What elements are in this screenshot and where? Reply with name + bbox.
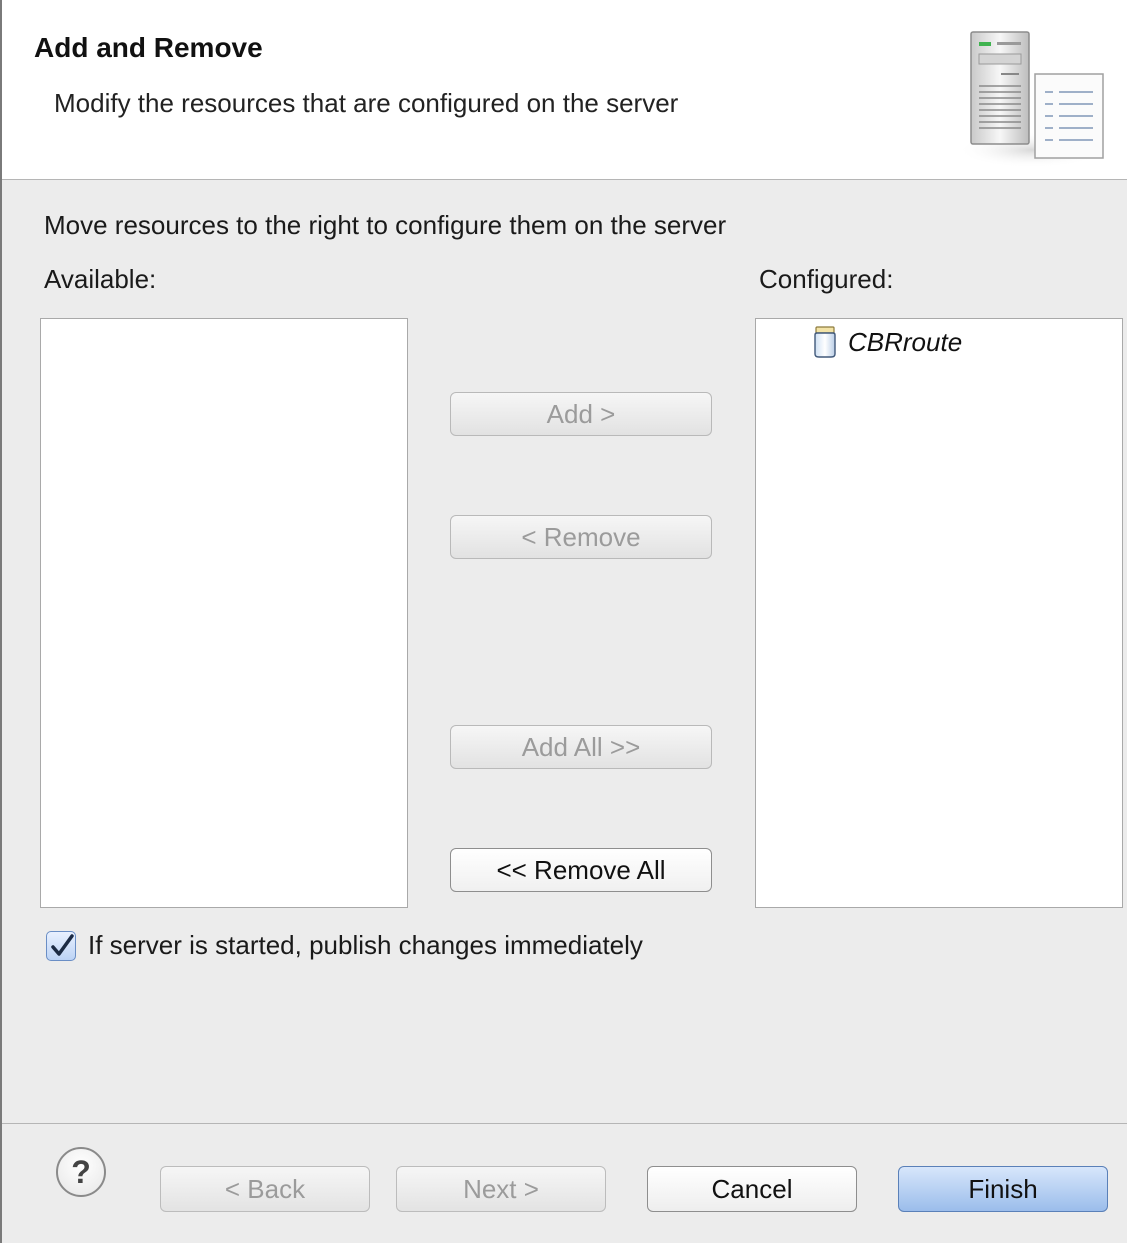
list-item-label: CBRroute [848,326,963,357]
page-title: Add and Remove [34,32,263,63]
dialog-header: Add and Remove Modify the resources that… [2,0,1127,180]
configured-list[interactable]: CBRroute [755,318,1123,908]
server-icon [957,31,1107,168]
add-button[interactable]: Add > [450,392,712,436]
publish-checkbox-label: If server is started, publish changes im… [88,930,643,960]
help-button[interactable]: ? [56,1147,106,1197]
jar-icon [814,326,836,358]
remove-button[interactable]: < Remove [450,515,712,559]
help-icon: ? [71,1153,91,1190]
available-label: Available: [44,264,157,294]
back-button[interactable]: < Back [160,1166,370,1212]
add-all-button[interactable]: Add All >> [450,725,712,769]
configured-label: Configured: [759,264,894,294]
add-remove-dialog: Add and Remove Modify the resources that… [0,0,1127,1243]
list-item[interactable]: CBRroute [812,325,962,359]
next-button[interactable]: Next > [396,1166,606,1212]
checkmark-icon [51,933,74,956]
publish-option[interactable]: If server is started, publish changes im… [46,930,643,961]
finish-button[interactable]: Finish [898,1166,1108,1212]
publish-checkbox[interactable] [46,930,76,961]
remove-all-button[interactable]: << Remove All [450,848,712,892]
available-list[interactable] [40,318,408,908]
page-description: Modify the resources that are configured… [54,88,679,118]
cancel-button[interactable]: Cancel [647,1166,857,1212]
instruction-text: Move resources to the right to configure… [44,210,727,240]
